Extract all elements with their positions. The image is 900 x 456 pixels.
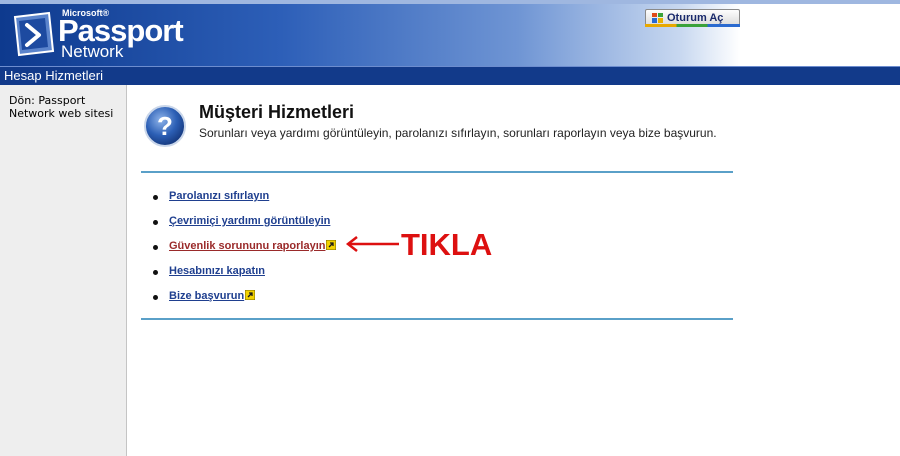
svg-text:?: ? — [157, 111, 173, 141]
list-item: Bize başvurun — [153, 290, 336, 315]
annotation-arrow-icon — [345, 236, 399, 252]
page-title: Müşteri Hizmetleri — [199, 102, 355, 122]
list-item: Hesabınızı kapatın — [153, 265, 336, 290]
header: Microsoft® Passport Network Oturum Aç — [0, 0, 900, 66]
page: Microsoft® Passport Network Oturum Aç He… — [0, 0, 900, 456]
back-to-passport-link[interactable]: Dön: Passport Network web sitesi — [9, 94, 121, 120]
help-links-list: Parolanızı sıfırlayın Çevrimiçi yardımı … — [153, 190, 337, 315]
annotation-label: TIKLA — [401, 227, 493, 262]
page-description: Sorunları veya yardımı görüntüleyin, par… — [199, 126, 717, 140]
windows-flag-icon — [652, 12, 663, 23]
external-link-icon — [245, 290, 256, 300]
close-account-link[interactable]: Hesabınızı kapatın — [169, 265, 265, 277]
bullet-icon — [153, 245, 158, 250]
sign-in-label: Oturum Aç — [667, 11, 724, 24]
bullet-icon — [153, 195, 158, 200]
section-title-bar: Hesap Hizmetleri — [0, 66, 900, 85]
report-security-issue-link[interactable]: Güvenlik sorununu raporlayın — [169, 240, 325, 252]
list-item: Güvenlik sorununu raporlayın — [153, 240, 337, 265]
list-item: Parolanızı sıfırlayın — [153, 190, 336, 215]
contact-us-link[interactable]: Bize başvurun — [169, 290, 244, 302]
passport-logo-icon — [13, 11, 55, 57]
divider-top — [141, 171, 733, 173]
list-item: Çevrimiçi yardımı görüntüleyin — [153, 215, 336, 240]
sign-in-color-strip — [645, 24, 740, 27]
header-top-stripe — [0, 0, 900, 4]
bullet-icon — [153, 270, 158, 275]
sidebar: Dön: Passport Network web sitesi — [0, 85, 127, 456]
divider-bottom — [141, 318, 733, 320]
help-question-icon: ? — [144, 105, 186, 147]
online-help-link[interactable]: Çevrimiçi yardımı görüntüleyin — [169, 215, 330, 227]
logo-network-text: Network — [61, 42, 124, 61]
external-link-icon — [326, 240, 337, 250]
bullet-icon — [153, 295, 158, 300]
section-title: Hesap Hizmetleri — [4, 68, 103, 83]
bullet-icon — [153, 220, 158, 225]
reset-password-link[interactable]: Parolanızı sıfırlayın — [169, 190, 269, 202]
